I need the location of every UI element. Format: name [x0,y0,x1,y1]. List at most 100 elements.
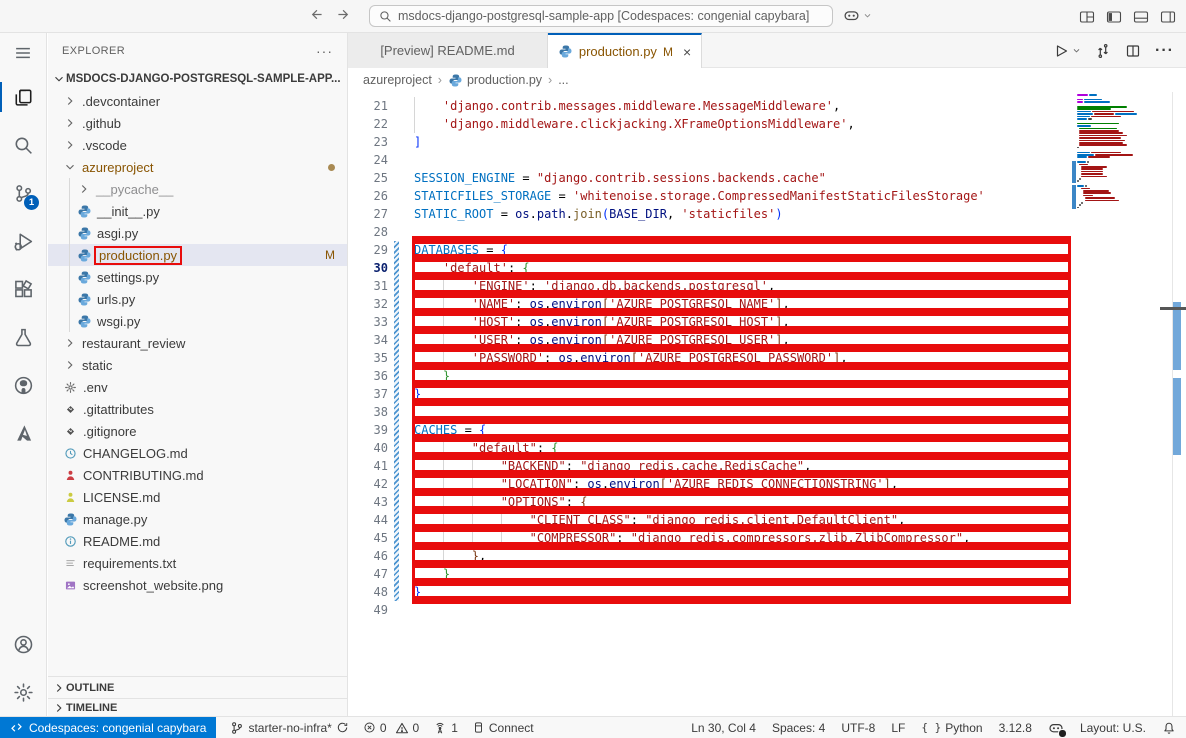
folder-item--pycache-[interactable]: __pycache__ [48,178,347,200]
code-line-24[interactable] [414,151,985,169]
nav-forward-icon[interactable] [337,7,352,22]
code-line-36[interactable]: } [414,367,985,385]
breadcrumb-item[interactable]: ... [558,73,568,87]
code-line-27[interactable]: STATIC_ROOT = os.path.join(BASE_DIR, 'st… [414,205,985,223]
customize-layout-icon[interactable] [1079,9,1095,25]
split-editor-icon[interactable] [1125,43,1141,59]
code-line-28[interactable] [414,223,985,241]
eol-sequence[interactable]: LF [891,721,905,735]
chevron-right-icon[interactable] [62,137,78,153]
timeline-section[interactable]: TIMELINE [48,698,347,716]
file-item-urls-py[interactable]: urls.py [48,288,347,310]
code-line-37[interactable]: } [414,385,985,403]
file-item-contributing-md[interactable]: CONTRIBUTING.md [48,464,347,486]
code-line-45[interactable]: "COMPRESSOR": "django_redis.compressors.… [414,529,985,547]
activity-bar-testing[interactable] [0,313,46,361]
cursor-position[interactable]: Ln 30, Col 4 [691,721,756,735]
activity-bar-explorer[interactable] [0,73,46,121]
code-line-34[interactable]: 'USER': os.environ['AZURE_POSTGRESQL_USE… [414,331,985,349]
chevron-right-icon[interactable] [76,181,92,197]
file-item-wsgi-py[interactable]: wsgi.py [48,310,347,332]
chevron-right-icon[interactable] [62,115,78,131]
file-item--gitignore[interactable]: .gitignore [48,420,347,442]
code-line-48[interactable]: } [414,583,985,601]
toggle-primary-sidebar-icon[interactable] [1106,9,1122,25]
tab--preview-readme-md[interactable]: [Preview] README.md [348,33,548,68]
code-line-30[interactable]: 'default': { [414,259,985,277]
toggle-panel-icon[interactable] [1133,9,1149,25]
code-line-49[interactable] [414,601,985,619]
tab-production-py[interactable]: production.pyM× [548,33,702,68]
file-item-manage-py[interactable]: manage.py [48,508,347,530]
activity-bar-accounts[interactable] [0,620,46,668]
indentation[interactable]: Spaces: 4 [772,721,825,735]
activity-bar-extensions[interactable] [0,265,46,313]
copilot-status[interactable] [1048,720,1064,736]
activity-bar-menu[interactable] [0,33,46,73]
copilot-menu[interactable] [843,7,872,24]
editor-more-actions[interactable]: ··· [1155,42,1174,60]
command-center-search[interactable]: msdocs-django-postgresql-sample-app [Cod… [369,5,833,27]
code-line-22[interactable]: 'django.middleware.clickjacking.XFrameOp… [414,115,985,133]
breadcrumb-item[interactable]: production.py [448,73,542,88]
remote-indicator[interactable]: Codespaces: congenial capybara [0,717,216,738]
python-version[interactable]: 3.12.8 [999,721,1032,735]
code-line-40[interactable]: "default": { [414,439,985,457]
code-line-38[interactable] [414,403,985,421]
folder-item--github[interactable]: .github [48,112,347,134]
language-mode[interactable]: { } Python [921,721,982,735]
code-line-31[interactable]: 'ENGINE': 'django.db.backends.postgresql… [414,277,985,295]
activity-bar-settings[interactable] [0,668,46,716]
code-line-25[interactable]: SESSION_ENGINE = "django.contrib.session… [414,169,985,187]
encoding[interactable]: UTF-8 [841,721,875,735]
nav-back-icon[interactable] [308,7,323,22]
file-item-requirements-txt[interactable]: requirements.txt [48,552,347,574]
code-line-44[interactable]: "CLIENT_CLASS": "django_redis.client.Def… [414,511,985,529]
activity-bar-run-debug[interactable] [0,217,46,265]
folder-item--devcontainer[interactable]: .devcontainer [48,90,347,112]
code-line-26[interactable]: STATICFILES_STORAGE = 'whitenoise.storag… [414,187,985,205]
folder-item-restaurant-review[interactable]: restaurant_review [48,332,347,354]
code-line-43[interactable]: "OPTIONS": { [414,493,985,511]
activity-bar-source-control[interactable]: 1 [0,169,46,217]
code-line-33[interactable]: 'HOST': os.environ['AZURE_POSTGRESQL_HOS… [414,313,985,331]
code-line-21[interactable]: 'django.contrib.messages.middleware.Mess… [414,97,985,115]
close-icon[interactable]: × [683,44,691,60]
file-item--init-py[interactable]: __init__.py [48,200,347,222]
ports-status[interactable]: 1 [433,721,458,735]
code-line-46[interactable]: }, [414,547,985,565]
folder-item-azureproject[interactable]: azureproject [48,156,347,178]
folder-item--vscode[interactable]: .vscode [48,134,347,156]
code-line-29[interactable]: DATABASES = { [414,241,985,259]
chevron-down-icon[interactable] [62,159,78,175]
chevron-right-icon[interactable] [62,93,78,109]
chevron-right-icon[interactable] [62,335,78,351]
code-line-39[interactable]: CACHES = { [414,421,985,439]
file-item-asgi-py[interactable]: asgi.py [48,222,347,244]
folder-item-static[interactable]: static [48,354,347,376]
file-item-readme-md[interactable]: README.md [48,530,347,552]
toggle-secondary-sidebar-icon[interactable] [1160,9,1176,25]
file-item-changelog-md[interactable]: CHANGELOG.md [48,442,347,464]
code-line-47[interactable]: } [414,565,985,583]
file-item--env[interactable]: .env [48,376,347,398]
minimap[interactable] [1072,92,1142,716]
outline-section[interactable]: OUTLINE [48,676,347,698]
file-item-settings-py[interactable]: settings.py [48,266,347,288]
breadcrumb-item[interactable]: azureproject [363,73,432,87]
activity-bar-search[interactable] [0,121,46,169]
file-item-license-md[interactable]: LICENSE.md [48,486,347,508]
file-item-screenshot-website-png[interactable]: screenshot_website.png [48,574,347,596]
code-line-41[interactable]: "BACKEND": "django_redis.cache.RedisCach… [414,457,985,475]
branch-status[interactable]: starter-no-infra* [230,721,348,735]
run-python-file-button[interactable] [1053,43,1081,59]
open-changes-icon[interactable] [1095,43,1111,59]
keyboard-layout[interactable]: Layout: U.S. [1080,721,1146,735]
code-editor[interactable]: 2122232425262728293031323334353637383940… [348,92,1186,716]
connect-button[interactable]: Connect [472,721,534,735]
problems-status[interactable]: 0 0 [363,721,419,735]
notifications-bell-icon[interactable] [1162,721,1176,735]
code-line-35[interactable]: 'PASSWORD': os.environ['AZURE_POSTGRESQL… [414,349,985,367]
explorer-more-actions[interactable]: ··· [316,43,333,59]
code-line-32[interactable]: 'NAME': os.environ['AZURE_POSTGRESQL_NAM… [414,295,985,313]
